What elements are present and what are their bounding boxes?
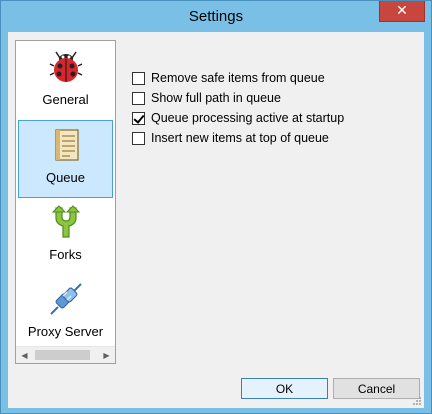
option-show-full-path[interactable]: Show full path in queue (132, 88, 417, 108)
nav-item-proxy-server[interactable]: Proxy Server (18, 275, 113, 353)
scroll-right-icon[interactable]: ▶ (98, 347, 115, 363)
option-label: Show full path in queue (151, 91, 281, 105)
settings-window: Settings ✕ General Queue Forks Proxy Ser… (0, 0, 432, 414)
cancel-button[interactable]: Cancel (333, 378, 420, 399)
settings-category-list: General Queue Forks Proxy Server ◀ ▶ (15, 40, 116, 364)
nav-item-label: General (42, 92, 89, 107)
option-remove-safe-items[interactable]: Remove safe items from queue (132, 68, 417, 88)
connector-plug-icon (49, 283, 82, 315)
checkbox[interactable] (132, 91, 145, 105)
option-label: Insert new items at top of queue (151, 131, 329, 145)
title-bar[interactable]: Settings ✕ (1, 1, 431, 32)
ok-button[interactable]: OK (241, 378, 328, 399)
list-document-icon (54, 129, 79, 161)
scroll-left-icon[interactable]: ◀ (16, 347, 33, 363)
close-icon: ✕ (396, 3, 408, 19)
queue-options: Remove safe items from queue Show full p… (132, 68, 417, 148)
option-queue-processing-active[interactable]: Queue processing active at startup (132, 108, 417, 128)
fork-icon (51, 205, 80, 238)
nav-item-queue[interactable]: Queue (18, 120, 113, 198)
nav-item-label: Proxy Server (27, 324, 104, 339)
ladybug-icon (49, 51, 82, 82)
window-title: Settings (188, 8, 244, 25)
checkbox[interactable] (132, 71, 145, 85)
close-button[interactable]: ✕ (379, 1, 425, 22)
nav-item-label: Queue (45, 170, 86, 185)
nav-item-label: Forks (49, 247, 82, 262)
checkbox[interactable] (132, 131, 145, 145)
resize-grip-icon[interactable] (412, 396, 422, 406)
option-insert-new-items-top[interactable]: Insert new items at top of queue (132, 128, 417, 148)
option-label: Queue processing active at startup (151, 111, 345, 125)
nav-item-forks[interactable]: Forks (18, 198, 113, 276)
nav-horizontal-scrollbar[interactable]: ◀ ▶ (16, 346, 115, 363)
scroll-thumb[interactable] (35, 350, 90, 360)
dialog-client-area: General Queue Forks Proxy Server ◀ ▶ Rem… (8, 32, 424, 408)
nav-item-general[interactable]: General (18, 43, 113, 121)
checkbox[interactable] (132, 111, 145, 125)
option-label: Remove safe items from queue (151, 71, 325, 85)
